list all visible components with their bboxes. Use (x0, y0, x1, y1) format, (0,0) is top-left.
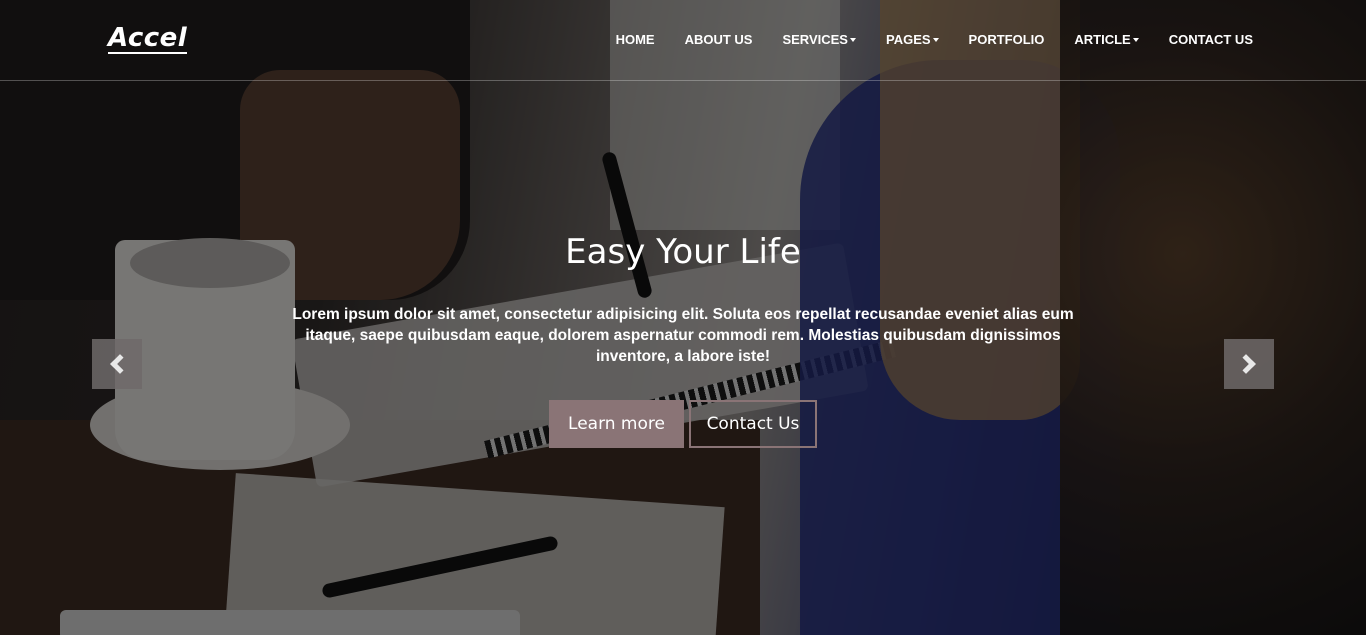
contact-us-button[interactable]: Contact Us (689, 400, 817, 448)
nav-portfolio-label: PORTFOLIO (968, 32, 1045, 47)
nav-contact-us-label: CONTACT US (1168, 32, 1253, 47)
nav-contact-us[interactable]: CONTACT US (1169, 32, 1253, 47)
caret-down-icon (932, 37, 939, 42)
nav-portfolio[interactable]: PORTFOLIO (969, 32, 1045, 47)
nav-pages-label: PAGES (885, 32, 931, 47)
chevron-right-icon (1236, 354, 1256, 374)
chevron-left-icon (110, 354, 130, 374)
logo[interactable]: Accel (108, 24, 188, 54)
nav-about-us-label: ABOUT US (684, 32, 753, 47)
learn-more-button[interactable]: Learn more (549, 400, 684, 448)
nav-about-us[interactable]: ABOUT US (685, 32, 753, 47)
caret-down-icon (849, 37, 856, 42)
nav-article-label: ARTICLE (1074, 32, 1131, 47)
nav-home-label: HOME (615, 32, 655, 47)
main-nav: HOME ABOUT US SERVICES PAGES PORTFOLIO A… (586, 32, 1253, 47)
hero-title: Easy Your Life (565, 232, 801, 272)
caret-down-icon (1132, 37, 1139, 42)
nav-services[interactable]: SERVICES (782, 32, 856, 47)
navbar: Accel HOME ABOUT US SERVICES PAGES PORTF… (0, 0, 1366, 81)
nav-services-label: SERVICES (782, 32, 848, 47)
carousel-prev-button[interactable] (92, 339, 142, 389)
hero-description: Lorem ipsum dolor sit amet, consectetur … (292, 306, 1074, 365)
carousel-next-button[interactable] (1224, 339, 1274, 389)
nav-home[interactable]: HOME (616, 32, 655, 47)
nav-article[interactable]: ARTICLE (1074, 32, 1139, 47)
nav-pages[interactable]: PAGES (886, 32, 939, 47)
